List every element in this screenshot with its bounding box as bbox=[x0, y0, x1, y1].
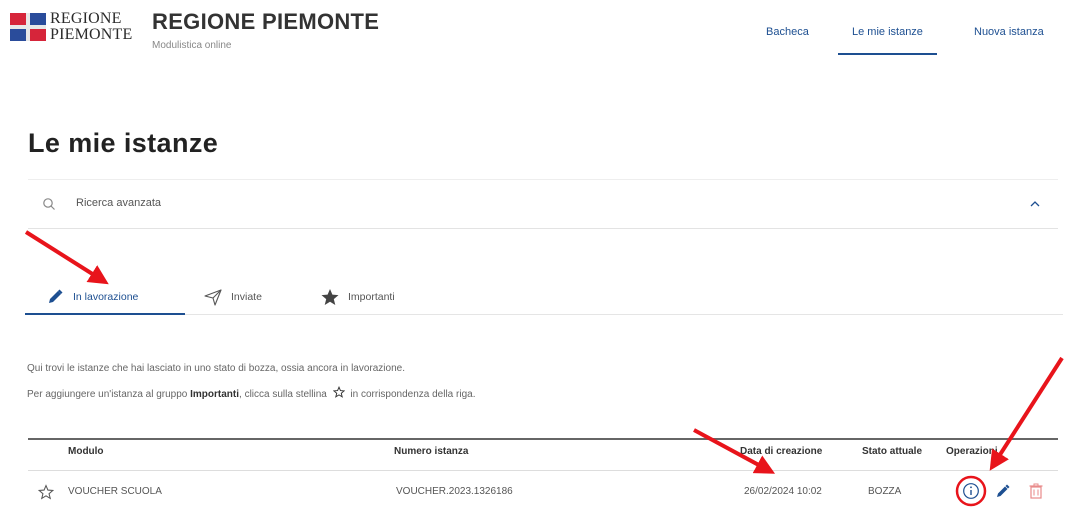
annotation-arrow bbox=[24, 230, 109, 285]
column-header-data-creazione: Data di creazione bbox=[740, 446, 823, 457]
table-top-border bbox=[28, 438, 1058, 440]
search-label: Ricerca avanzata bbox=[76, 197, 161, 209]
active-tab-indicator bbox=[25, 313, 185, 315]
cell-data-creazione: 26/02/2024 10:02 bbox=[744, 486, 822, 497]
column-header-stato-attuale: Stato attuale bbox=[862, 446, 923, 457]
advanced-search-bar[interactable]: Ricerca avanzata bbox=[28, 179, 1058, 229]
description-line-2: Per aggiungere un'istanza al gruppo Impo… bbox=[27, 385, 476, 400]
site-subtitle: Modulistica online bbox=[152, 40, 232, 51]
paper-plane-icon bbox=[204, 289, 222, 306]
trash-icon[interactable] bbox=[1027, 482, 1045, 500]
chevron-up-icon[interactable] bbox=[1028, 197, 1042, 211]
star-outline-icon bbox=[332, 385, 345, 398]
star-outline-icon[interactable] bbox=[38, 484, 54, 500]
nav-nuova-istanza[interactable]: Nuova istanza bbox=[974, 26, 1044, 38]
cell-numero-istanza: VOUCHER.2023.1326186 bbox=[396, 486, 513, 497]
annotation-overlay bbox=[24, 230, 1064, 507]
description-text: , clicca sulla stellina bbox=[239, 389, 327, 400]
column-header-modulo: Modulo bbox=[68, 446, 104, 457]
info-icon[interactable] bbox=[962, 482, 980, 500]
annotation-arrow bbox=[989, 356, 1064, 471]
table-row-divider bbox=[28, 470, 1058, 471]
tab-label: Inviate bbox=[231, 291, 262, 303]
description-bold: Importanti bbox=[190, 389, 240, 400]
cell-modulo: VOUCHER SCUOLA bbox=[68, 486, 162, 497]
description-text: Per aggiungere un'istanza al gruppo bbox=[27, 389, 191, 400]
column-header-operazioni: Operazioni bbox=[946, 446, 998, 457]
search-icon bbox=[43, 198, 55, 210]
logo-text: REGIONE PIEMONTE bbox=[50, 11, 132, 43]
column-header-numero-istanza: Numero istanza bbox=[394, 446, 469, 457]
tab-importanti[interactable]: Importanti bbox=[320, 280, 395, 314]
tab-label: In lavorazione bbox=[73, 291, 139, 303]
nav-le-mie-istanze[interactable]: Le mie istanze bbox=[838, 26, 937, 55]
tab-in-lavorazione[interactable]: In lavorazione bbox=[45, 280, 138, 314]
description-text: in corrispondenza della riga. bbox=[350, 389, 476, 400]
region-logo[interactable]: REGIONE PIEMONTE bbox=[10, 11, 138, 47]
edit-pencil-icon[interactable] bbox=[994, 482, 1012, 500]
page-title: Le mie istanze bbox=[28, 128, 219, 158]
site-title: REGIONE PIEMONTE bbox=[152, 9, 380, 34]
star-icon bbox=[321, 289, 339, 305]
pencil-icon bbox=[49, 289, 63, 303]
tab-label: Importanti bbox=[348, 291, 395, 303]
logo-line-1: REGIONE bbox=[50, 10, 122, 27]
description-line-1: Qui trovi le istanze che hai lasciato in… bbox=[27, 363, 405, 374]
tab-inviate[interactable]: Inviate bbox=[203, 280, 262, 314]
piemonte-flag-logo bbox=[10, 13, 46, 41]
nav-bacheca[interactable]: Bacheca bbox=[766, 26, 809, 38]
cell-stato: BOZZA bbox=[868, 486, 902, 497]
logo-line-2: PIEMONTE bbox=[50, 26, 133, 43]
